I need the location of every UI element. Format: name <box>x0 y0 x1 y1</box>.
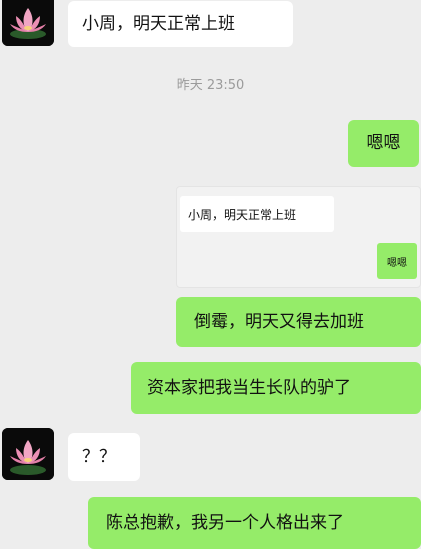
message-bubble-incoming[interactable]: 小周，明天正常上班 <box>68 1 293 47</box>
message-text: 嗯嗯 <box>366 133 401 153</box>
message-bubble-outgoing[interactable]: 资本家把我当生长队的驴了 <box>131 362 421 414</box>
message-bubble-outgoing[interactable]: 嗯嗯 <box>348 120 419 167</box>
quoted-text: 嗯嗯 <box>387 257 407 269</box>
timestamp: 昨天 23:50 <box>176 78 245 93</box>
message-text: 陈总抱歉，我另一个人格出来了 <box>106 512 344 533</box>
contact-avatar[interactable] <box>2 0 54 46</box>
message-text: 倒霉，明天又得去加班 <box>194 311 364 332</box>
message-text: 资本家把我当生长队的驴了 <box>147 377 351 398</box>
message-text: ？？ <box>82 446 116 467</box>
message-bubble-outgoing[interactable]: 倒霉，明天又得去加班 <box>176 297 421 347</box>
pink-lotus-avatar-icon <box>2 0 54 46</box>
quoted-text: 小周，明天正常上班 <box>188 207 297 222</box>
pink-lotus-avatar-icon <box>2 428 54 480</box>
message-bubble-outgoing[interactable]: 陈总抱歉，我另一个人格出来了 <box>88 497 421 549</box>
quoted-outgoing-bubble: 嗯嗯 <box>377 243 417 279</box>
quoted-incoming-bubble: 小周，明天正常上班 <box>180 196 334 232</box>
contact-avatar[interactable] <box>2 428 54 480</box>
message-text: 小周，明天正常上班 <box>82 13 235 34</box>
message-bubble-incoming[interactable]: ？？ <box>68 433 140 481</box>
